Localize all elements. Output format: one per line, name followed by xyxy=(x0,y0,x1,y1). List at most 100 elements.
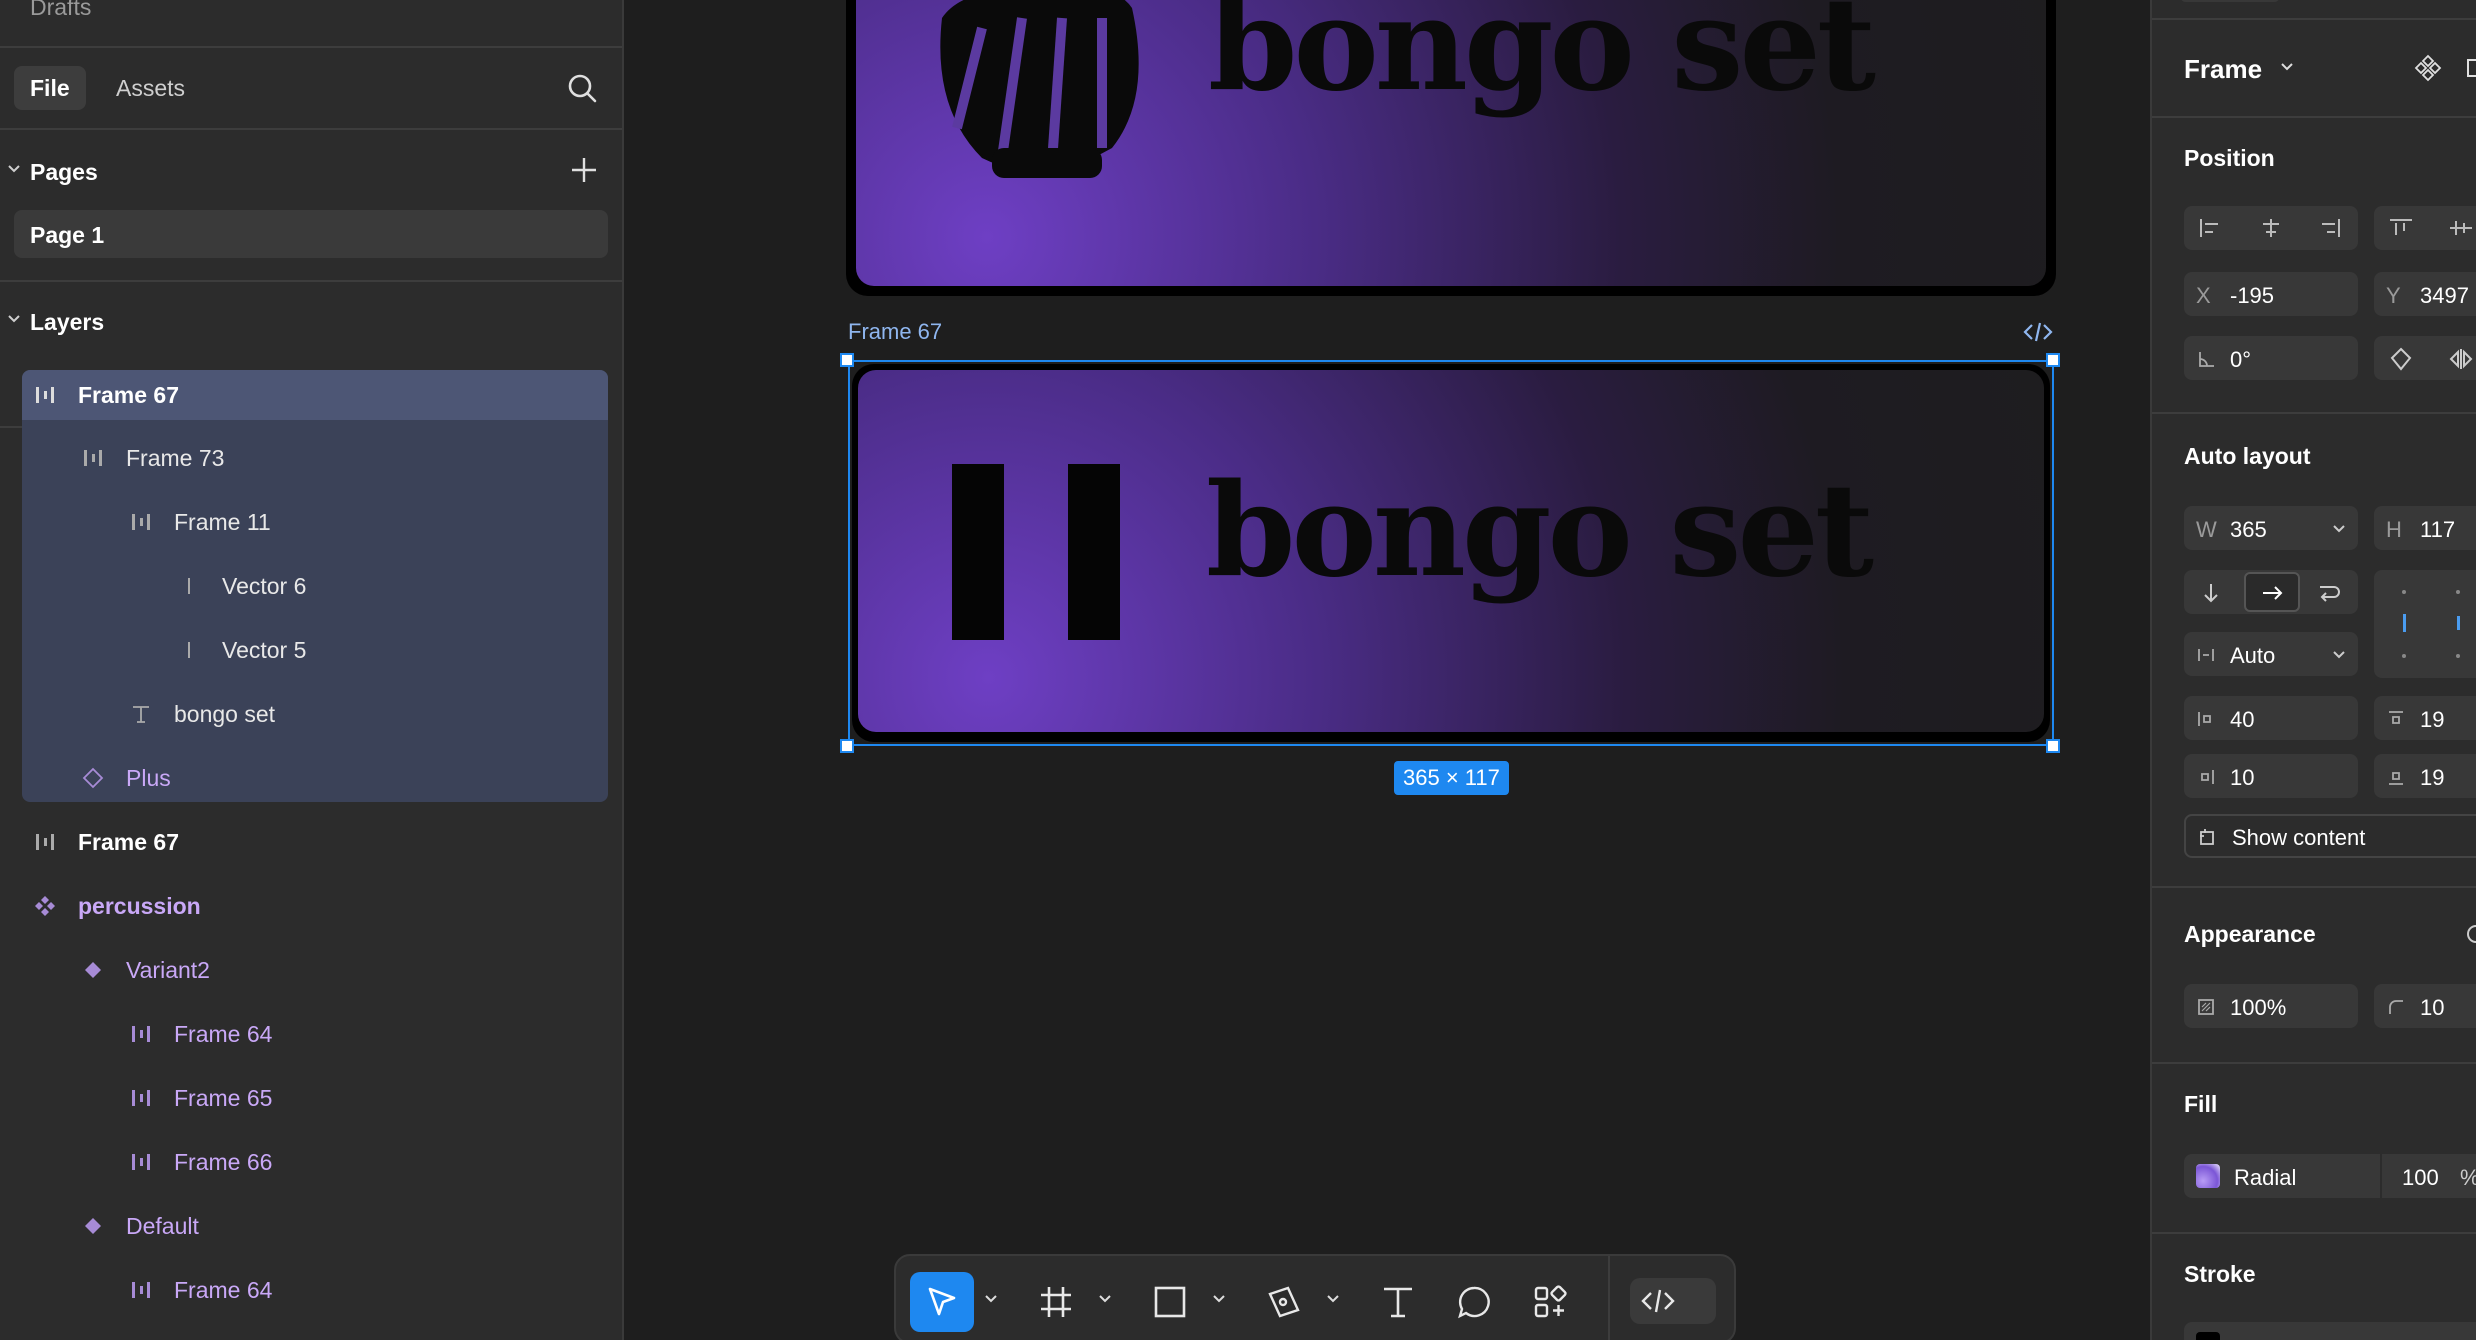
direction-horizontal-selected[interactable] xyxy=(2244,572,2300,612)
pages-title: Pages xyxy=(30,159,98,185)
resize-handle-top-left[interactable] xyxy=(840,353,854,367)
code-icon[interactable] xyxy=(2022,320,2054,344)
chevron-down-icon[interactable] xyxy=(6,311,22,327)
resize-handle-top-right[interactable] xyxy=(2046,353,2060,367)
padding-top-field[interactable]: 19 xyxy=(2374,696,2476,740)
auto-layout-frame-icon xyxy=(132,1154,150,1170)
layer-name: Frame 66 xyxy=(174,1149,273,1175)
vertical-align-group xyxy=(2374,206,2476,250)
tab-file[interactable]: File xyxy=(14,66,86,110)
align-right-icon[interactable] xyxy=(2316,217,2342,239)
stroke-row[interactable] xyxy=(2184,1322,2476,1340)
opacity-value: 100% xyxy=(2230,995,2287,1020)
chevron-down-icon[interactable] xyxy=(6,161,22,177)
padding-bottom-field[interactable]: 19 xyxy=(2374,754,2476,798)
chevron-down-icon[interactable] xyxy=(1098,1294,1112,1304)
layer-item[interactable]: bongo set xyxy=(0,689,600,739)
width-field[interactable]: W 365 xyxy=(2184,506,2358,550)
divider xyxy=(0,280,622,282)
layer-name: Frame 64 xyxy=(174,1021,273,1047)
component-icon[interactable] xyxy=(2414,54,2442,82)
show-content-checkbox[interactable]: Show content xyxy=(2184,814,2476,858)
layer-item[interactable]: Frame 67 xyxy=(0,370,600,420)
actions-tool-button[interactable] xyxy=(1518,1272,1582,1332)
x-value: -195 xyxy=(2230,283,2275,308)
layer-item[interactable]: Vector 6 xyxy=(0,561,600,611)
alignment-grid[interactable] xyxy=(2374,570,2476,678)
resize-handle-bottom-left[interactable] xyxy=(840,739,854,753)
padding-left-field[interactable]: 40 xyxy=(2184,696,2358,740)
frame-card-top[interactable]: bongo set xyxy=(846,0,2056,296)
tab-assets[interactable]: Assets xyxy=(100,66,201,110)
chevron-down-icon[interactable] xyxy=(2280,62,2294,72)
page-item[interactable]: Page 1 xyxy=(14,210,608,258)
height-field[interactable]: H 117 xyxy=(2374,506,2476,550)
frame-tool-button[interactable] xyxy=(1024,1272,1088,1332)
panel-tab-stub[interactable] xyxy=(2180,0,2280,2)
layer-item[interactable]: Variant2 xyxy=(0,945,600,995)
chevron-down-icon[interactable] xyxy=(1212,1294,1226,1304)
align-middle-icon[interactable] xyxy=(2448,217,2474,239)
drafts-breadcrumb[interactable]: Drafts xyxy=(30,0,91,21)
layer-item[interactable]: Frame 65 xyxy=(0,1073,600,1123)
corner-radius-field[interactable]: 10 xyxy=(2374,984,2476,1028)
rotation-field[interactable]: 0° xyxy=(2184,336,2358,380)
layer-item[interactable]: Frame 73 xyxy=(0,433,600,483)
align-top-icon[interactable] xyxy=(2388,217,2414,239)
layer-item[interactable]: Frame 67 xyxy=(0,817,600,867)
search-icon[interactable] xyxy=(564,70,600,106)
arrow-down-icon[interactable] xyxy=(2198,581,2224,605)
divider xyxy=(2152,1062,2476,1064)
layer-item[interactable]: Frame 11 xyxy=(0,497,600,547)
visibility-icon[interactable] xyxy=(2464,922,2476,946)
y-position-field[interactable]: Y 3497 xyxy=(2374,272,2476,316)
chevron-down-icon[interactable] xyxy=(2332,524,2346,534)
text-tool-button[interactable] xyxy=(1366,1272,1430,1332)
x-position-field[interactable]: X -195 xyxy=(2184,272,2358,316)
wrap-icon[interactable] xyxy=(2316,581,2342,605)
padding-right-field[interactable]: 10 xyxy=(2184,754,2358,798)
layers-section-header[interactable]: Layers xyxy=(0,300,622,344)
layer-item[interactable]: percussion xyxy=(0,881,600,931)
fill-row[interactable]: Radial 100 % xyxy=(2184,1154,2476,1198)
layer-name: Frame 67 xyxy=(78,829,180,855)
apps-icon xyxy=(1534,1285,1567,1318)
align-left-icon[interactable] xyxy=(2198,217,2224,239)
dev-mode-toggle[interactable] xyxy=(1630,1278,1716,1324)
layer-item[interactable]: Vector 5 xyxy=(0,625,600,675)
chevron-down-icon[interactable] xyxy=(2332,650,2346,660)
layer-item[interactable]: Default xyxy=(0,1201,600,1251)
align-center-horizontal-icon[interactable] xyxy=(2258,217,2284,239)
corner-radius-value: 10 xyxy=(2420,995,2445,1020)
padding-right-value: 10 xyxy=(2230,765,2255,790)
rotate-90-icon[interactable] xyxy=(2388,347,2414,371)
layer-item[interactable]: Frame 64 xyxy=(0,1009,600,1059)
pen-tool-button[interactable] xyxy=(1252,1272,1316,1332)
layer-name: Frame 73 xyxy=(126,445,225,471)
layer-item[interactable]: Frame 66 xyxy=(0,1137,600,1187)
layer-item[interactable]: Frame 64 xyxy=(0,1265,600,1315)
resize-handle-bottom-right[interactable] xyxy=(2046,739,2060,753)
move-tool-button[interactable] xyxy=(910,1272,974,1332)
chevron-down-icon[interactable] xyxy=(984,1294,998,1304)
frame-type-dropdown[interactable]: Frame xyxy=(2184,54,2262,85)
bongo-drum-icon xyxy=(940,0,1139,178)
plus-icon[interactable] xyxy=(568,154,600,186)
layer-item[interactable]: Plus xyxy=(0,753,600,803)
stroke-swatch[interactable] xyxy=(2196,1332,2220,1340)
divider xyxy=(2152,18,2476,20)
opacity-field[interactable]: 100% xyxy=(2184,984,2358,1028)
bottom-toolbar xyxy=(894,1254,1736,1340)
comment-tool-button[interactable] xyxy=(1442,1272,1506,1332)
cursor-icon xyxy=(928,1287,956,1316)
pages-section-header[interactable]: Pages xyxy=(0,150,622,194)
auto-layout-frame-icon xyxy=(36,387,54,403)
divider xyxy=(0,426,22,428)
frame-name-label[interactable]: Frame 67 xyxy=(848,319,942,345)
flip-horizontal-icon[interactable] xyxy=(2448,347,2474,371)
gap-field[interactable]: Auto xyxy=(2184,632,2358,676)
chevron-down-icon[interactable] xyxy=(1326,1294,1340,1304)
fill-swatch[interactable] xyxy=(2196,1164,2220,1188)
rectangle-tool-button[interactable] xyxy=(1138,1272,1202,1332)
detach-icon[interactable] xyxy=(2466,56,2476,80)
